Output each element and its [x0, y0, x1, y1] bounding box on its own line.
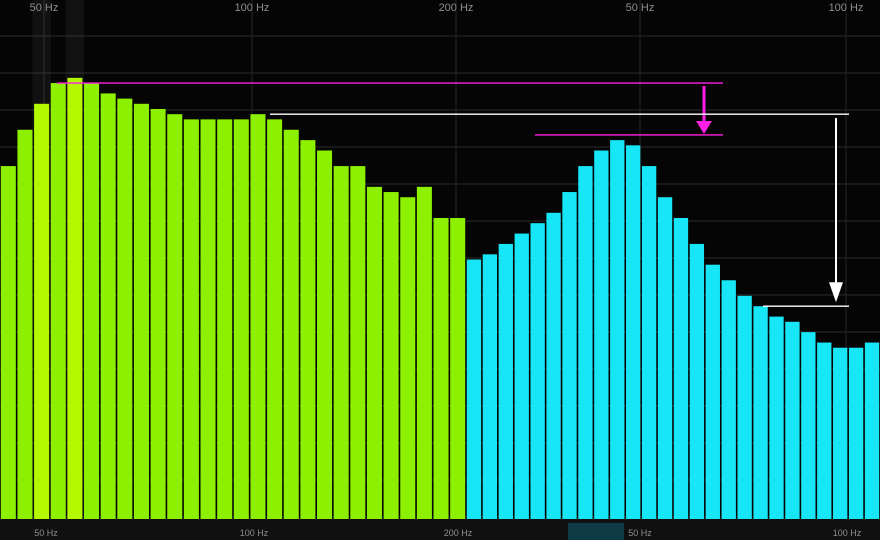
series-1-bar — [150, 108, 166, 520]
series-2-bar — [641, 166, 657, 519]
series-2-bar — [673, 217, 689, 520]
series-2-bar — [737, 295, 752, 519]
series-2-bar — [482, 254, 498, 519]
series-1-bar — [100, 93, 116, 520]
series-1-bar — [34, 103, 50, 520]
series-2-bar — [785, 321, 800, 519]
series-2-bar — [721, 280, 736, 519]
top-tick-label: 50 Hz — [626, 2, 655, 14]
series-2-bar — [864, 342, 880, 519]
series-2-bar — [466, 259, 482, 519]
series-1-bar — [267, 119, 283, 520]
series-1-bar — [433, 217, 449, 520]
bottom-tick-label: 50 Hz — [628, 528, 652, 538]
series-2-bar — [769, 316, 784, 519]
series-1-bar — [450, 217, 466, 520]
series-2-bar — [578, 166, 593, 519]
series-2-bar — [530, 223, 545, 520]
series-2-bar — [657, 197, 673, 519]
top-tick-label: 200 Hz — [439, 2, 474, 14]
series-2-bar — [801, 332, 816, 519]
series-2-bar — [705, 264, 720, 519]
series-1-bar — [283, 129, 299, 519]
series-1-bar — [217, 119, 233, 520]
bottom-tick-label: 100 Hz — [833, 528, 862, 538]
top-tick-label: 100 Hz — [829, 2, 864, 14]
series-2-bar — [848, 347, 864, 519]
bottom-axis-strip — [0, 519, 880, 540]
series-1-bar — [67, 77, 83, 519]
series-1-bar — [0, 166, 16, 519]
series-2-bar — [833, 347, 848, 519]
series-2-bar — [514, 233, 529, 520]
series-1-bar — [366, 186, 382, 519]
series-1-bar — [50, 83, 66, 519]
spectrum-analyzer: 50 Hz 100 Hz 200 Hz 50 Hz 100 Hz 50 Hz 1… — [0, 0, 880, 540]
series-1-bar — [183, 119, 199, 520]
series-1-bar — [333, 166, 349, 519]
series-1-bar — [233, 119, 249, 520]
series-2-bar — [562, 192, 577, 519]
series-1-bar — [250, 114, 266, 520]
series-1-bar — [400, 197, 416, 519]
series-1-bar — [133, 103, 149, 520]
top-tick-label: 50 Hz — [30, 2, 59, 14]
series-2-bar — [546, 212, 561, 520]
series-1-bar — [200, 119, 216, 520]
series-2-bar — [610, 140, 625, 519]
magenta-arrow-head — [696, 120, 712, 134]
bottom-tick-label: 200 Hz — [444, 528, 473, 538]
bottom-tick-label: 100 Hz — [240, 528, 269, 538]
bottom-axis-playhead — [568, 523, 624, 540]
series-1-bar — [300, 140, 316, 519]
top-tick-label: 100 Hz — [235, 2, 270, 14]
series-1-bar — [317, 150, 333, 519]
series-2-bar — [817, 342, 832, 519]
series-1-bar — [416, 186, 432, 519]
series-1-bar — [383, 192, 399, 519]
bottom-tick-label: 50 Hz — [34, 528, 58, 538]
series-1-bars — [0, 77, 466, 520]
series-1-bar — [84, 83, 100, 519]
series-2-bar — [753, 306, 768, 519]
series-2-bar — [594, 150, 609, 519]
series-2-bar — [689, 243, 705, 519]
series-2-bar — [498, 243, 513, 519]
series-1-bar — [17, 129, 33, 519]
series-2-bar — [626, 145, 641, 519]
series-1-bar — [117, 98, 133, 520]
series-1-bar — [167, 114, 183, 520]
series-2-bars — [466, 140, 880, 520]
white-arrow-head — [829, 282, 843, 303]
series-1-bar — [350, 166, 366, 519]
